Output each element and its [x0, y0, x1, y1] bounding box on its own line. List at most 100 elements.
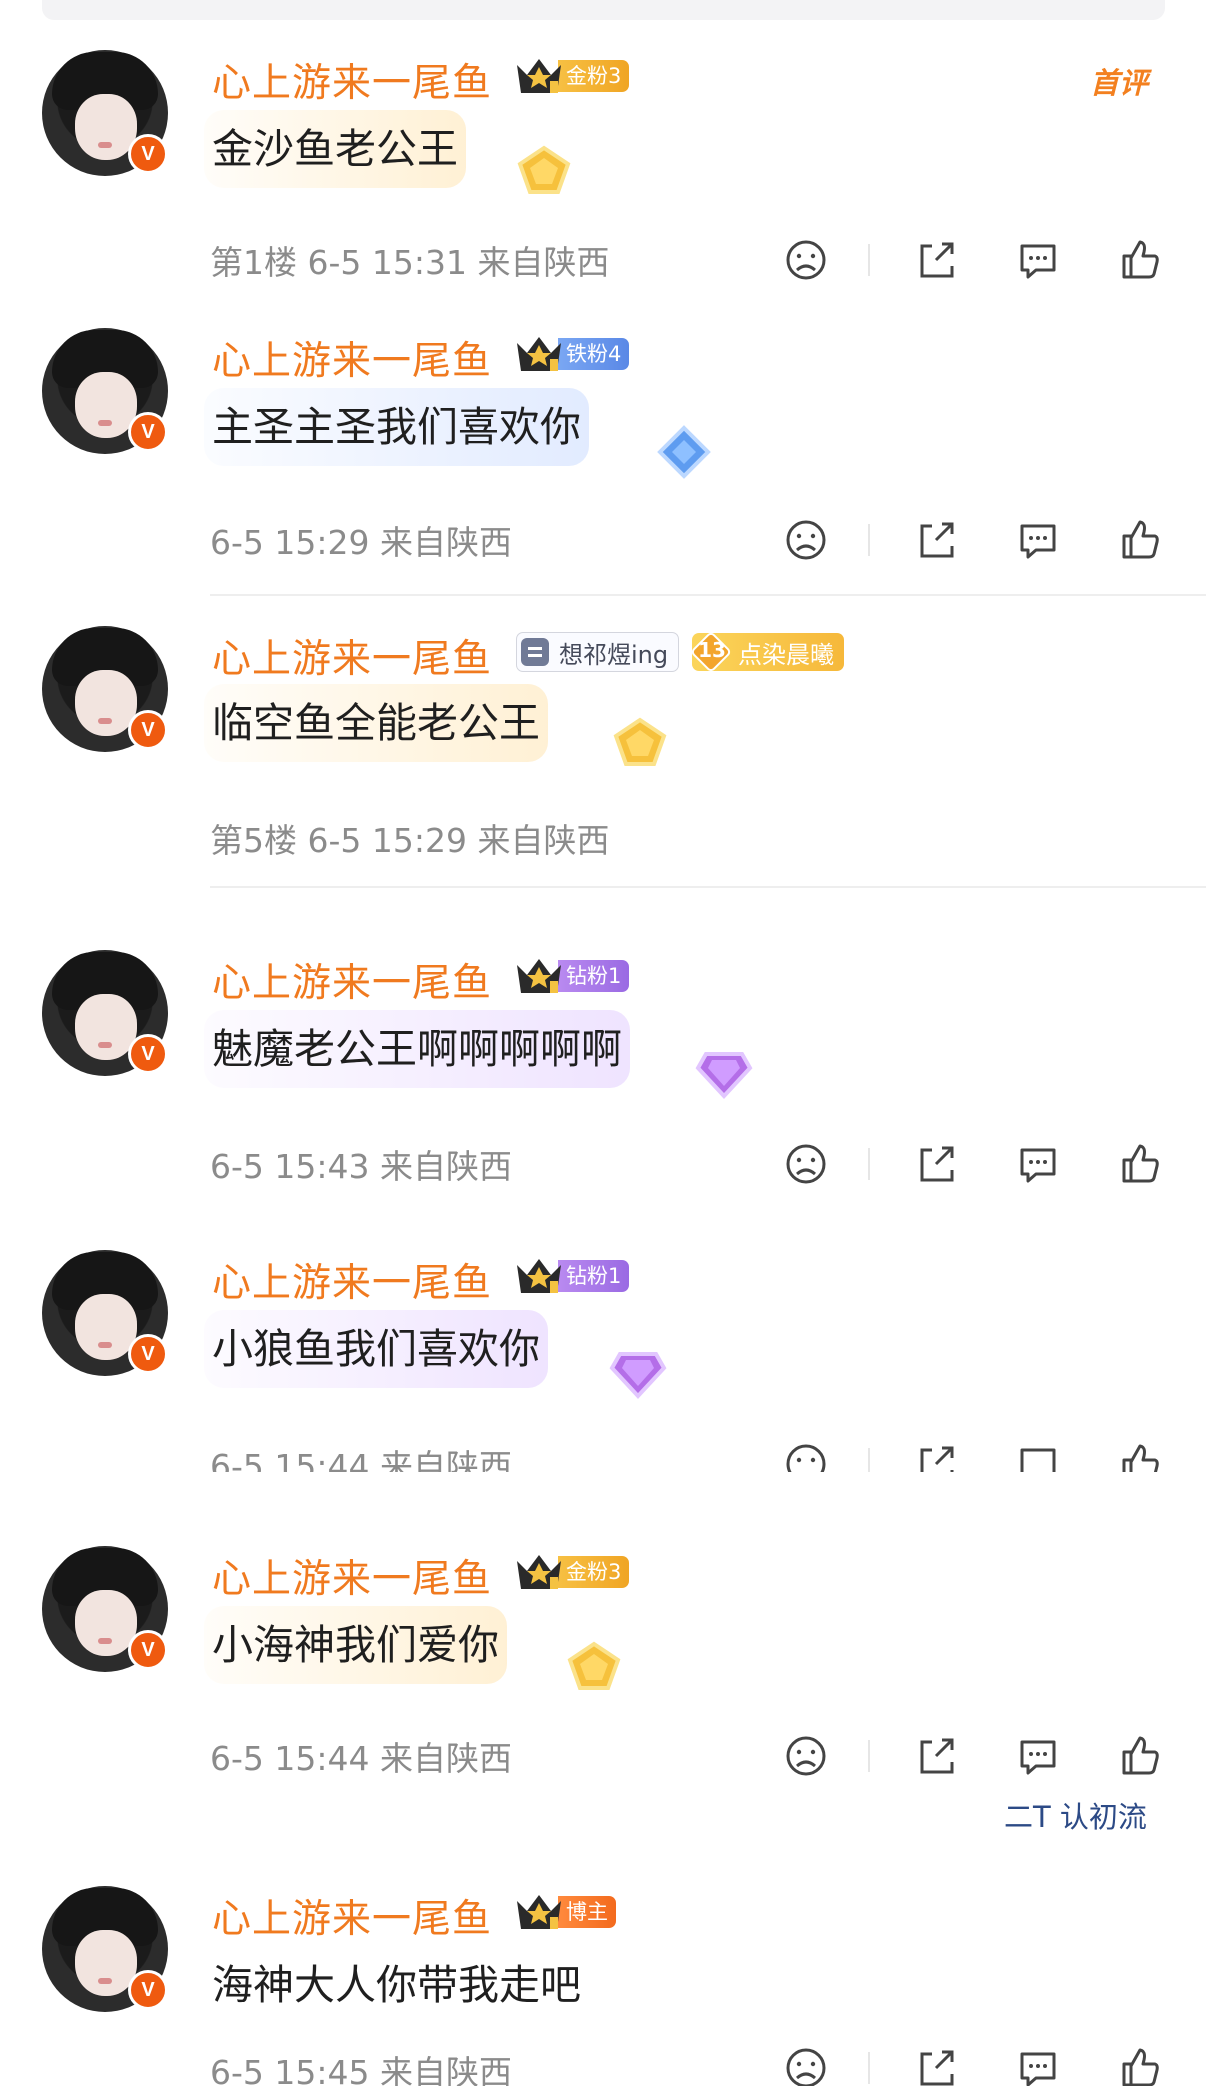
username[interactable]: 心上游来一尾鱼: [212, 952, 492, 1008]
thumbs-up-icon[interactable]: [1116, 1440, 1164, 1472]
comment-icon[interactable]: [1014, 1732, 1062, 1780]
vip-badge: V: [128, 412, 168, 452]
share-icon[interactable]: [912, 1732, 960, 1780]
comment-icon[interactable]: [1014, 516, 1062, 564]
thumbs-up-icon[interactable]: [1116, 2044, 1164, 2086]
share-icon[interactable]: [912, 236, 960, 284]
level-badge-label: 点染晨曦: [738, 640, 834, 669]
avatar[interactable]: V: [42, 328, 168, 454]
sad-face-icon[interactable]: [782, 1732, 830, 1780]
blue-gem-icon: [652, 424, 716, 480]
comment-icon[interactable]: [1014, 2044, 1062, 2086]
avatar[interactable]: V: [42, 1886, 168, 2012]
overlay-text: 二T 认初流: [1004, 1800, 1147, 1834]
group-badge-label: 想祁煜ing: [559, 640, 669, 669]
crown-icon: [514, 1891, 564, 1933]
comment-icon[interactable]: [1014, 236, 1062, 284]
fan-badge-label: 钻粉1: [558, 1260, 630, 1292]
vip-badge: V: [128, 1334, 168, 1374]
share-icon[interactable]: [912, 1140, 960, 1188]
username[interactable]: 心上游来一尾鱼: [212, 1888, 492, 1944]
username[interactable]: 心上游来一尾鱼: [212, 52, 492, 108]
comment-text[interactable]: 主圣主圣我们喜欢你: [204, 388, 589, 466]
comment-actions: [782, 516, 1172, 564]
vip-badge: V: [128, 1970, 168, 2010]
comment-meta: 第5楼 6-5 15:29 来自陕西: [210, 821, 610, 860]
avatar[interactable]: V: [42, 50, 168, 176]
avatar[interactable]: V: [42, 1250, 168, 1376]
share-icon[interactable]: [912, 2044, 960, 2086]
comment-meta: 6-5 15:44 来自陕西: [210, 1739, 512, 1778]
top-scroll-edge: [42, 0, 1165, 20]
fan-badge[interactable]: 金粉3: [514, 55, 630, 97]
crown-icon: [514, 55, 564, 97]
fan-badge-label: 金粉3: [558, 60, 630, 92]
comment-text[interactable]: 小狼鱼我们喜欢你: [204, 1310, 548, 1388]
thumbs-up-icon[interactable]: [1116, 236, 1164, 284]
fan-badge-label: 金粉3: [558, 1556, 630, 1588]
comment-actions: [782, 1140, 1172, 1188]
comment-meta: 6-5 15:44 来自陕西: [210, 1447, 512, 1472]
share-icon[interactable]: [912, 1440, 960, 1472]
comment-icon[interactable]: [1014, 1440, 1062, 1472]
fan-badge-label: 钻粉1: [558, 960, 630, 992]
comment-icon[interactable]: [1014, 1140, 1062, 1188]
crown-icon: [514, 1551, 564, 1593]
comment-actions: [782, 236, 1172, 284]
username[interactable]: 心上游来一尾鱼: [212, 330, 492, 386]
level-number: 13: [698, 638, 726, 662]
cropped-meta-row: 6-5 15:44 来自陕西: [0, 1436, 1206, 1472]
vip-badge: V: [128, 134, 168, 174]
crown-icon: [514, 333, 564, 375]
comment-text[interactable]: 金沙鱼老公王: [204, 110, 466, 188]
blogger-badge-label: 博主: [558, 1896, 616, 1928]
comment-text[interactable]: 小海神我们爱你: [204, 1606, 507, 1684]
comment-text[interactable]: 临空鱼全能老公王: [204, 684, 548, 762]
comment-actions: [782, 2044, 1172, 2086]
comment-text[interactable]: 魅魔老公王啊啊啊啊啊: [204, 1010, 630, 1088]
gold-gem-icon: [562, 1638, 626, 1694]
username[interactable]: 心上游来一尾鱼: [212, 628, 492, 684]
fan-badge-label: 铁粉4: [558, 338, 630, 370]
comment-meta: 第1楼 6-5 15:31 来自陕西: [210, 243, 610, 282]
fan-badge[interactable]: 钻粉1: [514, 1255, 630, 1297]
comment-meta: 6-5 15:45 来自陕西: [210, 2053, 512, 2086]
sad-face-icon[interactable]: [782, 2044, 830, 2086]
crown-icon: [514, 955, 564, 997]
purple-gem-icon: [606, 1346, 670, 1402]
comment-meta: 6-5 15:29 来自陕西: [210, 523, 512, 562]
fan-badge[interactable]: 金粉3: [514, 1551, 630, 1593]
group-badge[interactable]: 想祁煜ing: [516, 632, 680, 672]
fan-badge[interactable]: 博主: [514, 1894, 616, 1930]
vip-badge: V: [128, 1630, 168, 1670]
sad-face-icon[interactable]: [782, 516, 830, 564]
avatar[interactable]: V: [42, 626, 168, 752]
username[interactable]: 心上游来一尾鱼: [212, 1252, 492, 1308]
first-comment-label: 首评: [1090, 68, 1149, 100]
fan-badge[interactable]: 钻粉1: [514, 955, 630, 997]
avatar[interactable]: V: [42, 950, 168, 1076]
gold-gem-icon: [608, 714, 672, 770]
comment-meta: 6-5 15:43 来自陕西: [210, 1147, 512, 1186]
divider: [210, 886, 1206, 888]
thumbs-up-icon[interactable]: [1116, 516, 1164, 564]
comment-actions: [782, 1732, 1172, 1780]
sad-face-icon[interactable]: [782, 1440, 830, 1472]
thumbs-up-icon[interactable]: [1116, 1140, 1164, 1188]
level-badge[interactable]: 13 点染晨曦: [689, 630, 844, 674]
share-icon[interactable]: [912, 516, 960, 564]
sad-face-icon[interactable]: [782, 1140, 830, 1188]
thumbs-up-icon[interactable]: [1116, 1732, 1164, 1780]
gold-gem-icon: [512, 142, 576, 198]
level-icon: 13: [689, 630, 733, 674]
vip-badge: V: [128, 1034, 168, 1074]
sad-face-icon[interactable]: [782, 236, 830, 284]
purple-gem-icon: [692, 1046, 756, 1102]
divider: [210, 594, 1206, 596]
comment-text[interactable]: 海神大人你带我走吧: [204, 1946, 589, 2024]
crown-icon: [514, 1255, 564, 1297]
fan-badge[interactable]: 铁粉4: [514, 333, 630, 375]
vip-badge: V: [128, 710, 168, 750]
username[interactable]: 心上游来一尾鱼: [212, 1548, 492, 1604]
avatar[interactable]: V: [42, 1546, 168, 1672]
